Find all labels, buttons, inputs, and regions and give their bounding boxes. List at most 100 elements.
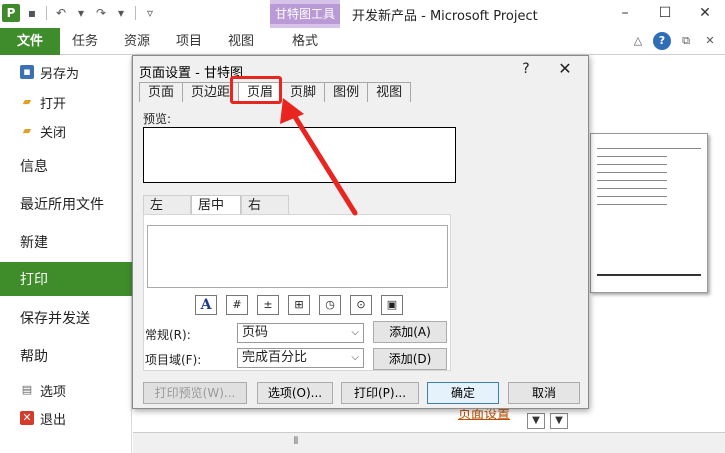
project-field-select-value: 完成百分比 — [242, 350, 308, 365]
backstage-item-print[interactable]: 打印 — [0, 262, 132, 296]
project-field-label: 项目域(F): — [145, 353, 202, 367]
dialog-help-button[interactable]: ? — [516, 59, 536, 79]
add-general-button[interactable]: 添加(A) — [373, 321, 447, 343]
save-icon[interactable]: ▪ — [24, 5, 40, 21]
tab-view-settings[interactable]: 视图 — [367, 82, 412, 102]
backstage-nav: ▪ 另存为 ▰ 打开 ▰ 关闭 信息 最近所用文件 新建 打印 保存并发送 帮助… — [0, 56, 132, 453]
print-button[interactable]: 打印(P)... — [341, 382, 419, 404]
add-project-field-button[interactable]: 添加(D) — [373, 348, 447, 370]
gantt-tools-label: 甘特图工具 — [270, 4, 340, 24]
open-folder-icon: ▰ — [22, 95, 32, 108]
ribbon-tab-bar: 文件 任务 资源 项目 视图 格式 △ ? ⧉ ✕ — [0, 28, 725, 55]
page-setup-dialog: 页面设置 - 甘特图 ? ✕ 页面 页边距 页眉 页脚 图例 视图 预览: 左 … — [132, 55, 589, 409]
window-controls: – ☐ ✕ — [605, 0, 725, 26]
preview-line — [597, 204, 667, 205]
qat-divider — [46, 6, 47, 20]
backstage-item-label: 退出 — [40, 412, 67, 428]
horizontal-scrollbar[interactable] — [133, 432, 725, 453]
customize-qat-icon[interactable]: ▿ — [142, 5, 158, 21]
tab-view[interactable]: 视图 — [228, 28, 254, 55]
scroll-thumb-icon[interactable]: ⦀ — [290, 436, 302, 448]
qat-divider-2 — [135, 6, 136, 20]
backstage-item-label: 选项 — [40, 384, 67, 400]
tab-legend[interactable]: 图例 — [324, 82, 369, 102]
close-folder-icon: ▰ — [22, 124, 32, 137]
preview-line — [597, 188, 667, 189]
general-select-value: 页码 — [242, 325, 269, 340]
backstage-item-recent[interactable]: 最近所用文件 — [0, 189, 132, 219]
minimize-ribbon-icon[interactable]: △ — [629, 32, 647, 50]
preview-label: 预览: — [143, 112, 172, 126]
preview-line — [597, 172, 667, 173]
backstage-item-new[interactable]: 新建 — [0, 227, 132, 257]
print-preview-button[interactable]: 打印预览(W)... — [143, 382, 247, 404]
undo-dropdown-icon[interactable]: ▾ — [73, 5, 89, 21]
scroll-down-icon-2[interactable]: ▼ — [550, 413, 568, 429]
tab-format[interactable]: 格式 — [292, 28, 318, 55]
backstage-item-options[interactable]: ▤ 选项 — [0, 378, 132, 402]
save-as-icon: ▪ — [20, 65, 34, 79]
backstage-item-label: 打开 — [40, 96, 67, 112]
close-doc-icon[interactable]: ✕ — [701, 32, 719, 50]
minimize-button[interactable]: – — [605, 0, 645, 26]
date-icon[interactable]: ⊞ — [288, 295, 310, 315]
options-icon: ▤ — [21, 383, 33, 396]
file-tab[interactable]: 文件 — [0, 28, 60, 55]
font-format-icon[interactable]: A — [195, 295, 217, 315]
file-name-icon[interactable]: ⊙ — [350, 295, 372, 315]
maximize-button[interactable]: ☐ — [645, 0, 685, 26]
backstage-item-open[interactable]: ▰ 打开 — [0, 90, 132, 114]
redo-icon[interactable]: ↷ — [93, 5, 109, 21]
general-select[interactable]: 页码 ⌵ — [237, 323, 364, 343]
dialog-close-button[interactable]: ✕ — [553, 59, 577, 79]
backstage-item-help[interactable]: 帮助 — [0, 341, 132, 371]
chevron-down-icon: ⌵ — [351, 352, 359, 363]
redo-dropdown-icon[interactable]: ▾ — [113, 5, 129, 21]
preview-line — [597, 274, 701, 276]
backstage-item-save-send[interactable]: 保存并发送 — [0, 303, 132, 333]
ok-button[interactable]: 确定 — [427, 382, 499, 404]
alignment-tab-left[interactable]: 左 — [143, 195, 191, 215]
time-icon[interactable]: ◷ — [319, 295, 341, 315]
exit-icon: ✕ — [20, 411, 34, 425]
alignment-tab-right[interactable]: 右 — [241, 195, 289, 215]
preview-line — [597, 196, 667, 197]
backstage-item-label: 另存为 — [40, 66, 80, 82]
dialog-title: 页面设置 - 甘特图 — [139, 66, 243, 81]
preview-line — [597, 156, 667, 157]
tab-footer[interactable]: 页脚 — [281, 82, 326, 102]
tab-page[interactable]: 页面 — [139, 82, 184, 102]
backstage-item-info[interactable]: 信息 — [0, 151, 132, 181]
help-icon[interactable]: ? — [653, 32, 671, 50]
quick-access-toolbar: P ▪ ↶ ▾ ↷ ▾ ▿ — [2, 4, 158, 22]
cancel-button[interactable]: 取消 — [508, 382, 580, 404]
ribbon-right-controls: △ ? ⧉ ✕ — [629, 32, 719, 50]
tab-project[interactable]: 项目 — [176, 28, 202, 55]
alignment-tab-center[interactable]: 居中 — [191, 195, 241, 215]
preview-line — [597, 164, 667, 165]
backstage-item-label: 关闭 — [40, 125, 67, 141]
restore-icon[interactable]: ⧉ — [677, 32, 695, 50]
project-app-icon[interactable]: P — [2, 4, 20, 22]
page-number-icon[interactable]: # — [226, 295, 248, 315]
preview-line — [597, 148, 701, 149]
backstage-item-close[interactable]: ▰ 关闭 — [0, 119, 132, 143]
print-preview-page[interactable] — [590, 133, 708, 293]
undo-icon[interactable]: ↶ — [53, 5, 69, 21]
tab-resource[interactable]: 资源 — [124, 28, 150, 55]
insert-picture-icon[interactable]: ▣ — [381, 295, 403, 315]
backstage-item-exit[interactable]: ✕ 退出 — [0, 406, 132, 430]
header-text-input[interactable] — [147, 225, 448, 288]
total-pages-icon[interactable]: ± — [257, 295, 279, 315]
window-title: 开发新产品 - Microsoft Project — [352, 9, 538, 24]
header-tab-highlight-box — [230, 76, 282, 104]
project-field-select[interactable]: 完成百分比 ⌵ — [237, 348, 364, 368]
options-button[interactable]: 选项(O)... — [257, 382, 333, 404]
alignment-tab-bar: 左 居中 右 — [143, 195, 289, 215]
tab-task[interactable]: 任务 — [72, 28, 98, 55]
header-preview-box — [143, 127, 456, 183]
chevron-down-icon: ⌵ — [351, 327, 359, 338]
close-window-button[interactable]: ✕ — [685, 0, 725, 26]
scroll-down-icon[interactable]: ▼ — [527, 413, 545, 429]
backstage-item-save-as[interactable]: ▪ 另存为 — [0, 60, 132, 84]
